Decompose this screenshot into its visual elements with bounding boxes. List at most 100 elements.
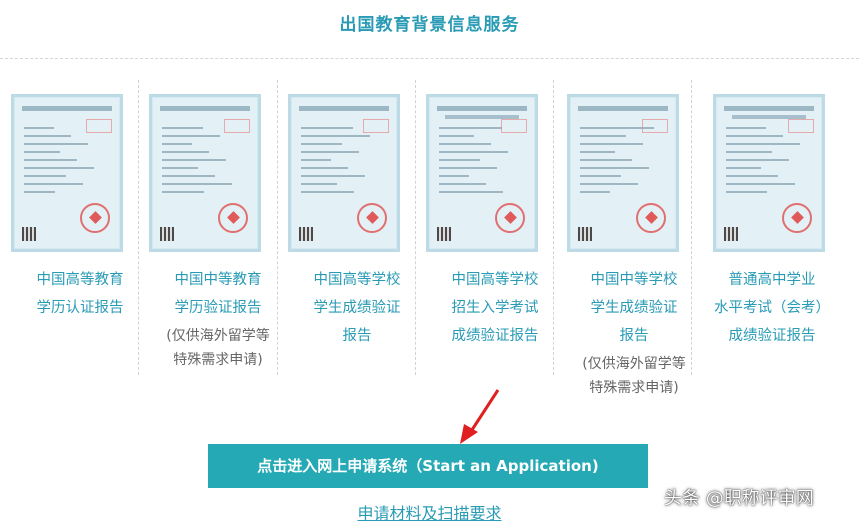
thumbnail-text-line	[726, 159, 789, 161]
thumbnail-text-line	[301, 191, 354, 193]
seal-icon	[782, 203, 812, 233]
report-card-label[interactable]: 中国高等学校 学生成绩验证 报告	[288, 266, 426, 350]
report-card-label-line: 学生成绩验证	[590, 300, 678, 316]
report-card[interactable]: 中国中等教育 学历验证报告 (仅供海外留学等 特殊需求申请)	[149, 80, 287, 400]
report-card-label-line: 成绩验证报告	[728, 328, 816, 344]
thumbnail-text-line	[439, 167, 497, 169]
report-card-label-line: 报告	[342, 328, 372, 344]
thumbnail-text-line	[301, 167, 348, 169]
thumbnail-text-line	[24, 183, 83, 185]
report-card-label-line: 报告	[619, 328, 649, 344]
certificate-thumbnail[interactable]	[426, 94, 538, 252]
thumbnail-text-line	[580, 151, 615, 153]
thumbnail-text-line	[439, 143, 491, 145]
thumbnail-text-line	[439, 159, 480, 161]
thumbnail-text-line	[726, 127, 766, 129]
stamp-icon	[788, 119, 814, 133]
thumbnail-text-line	[726, 151, 772, 153]
thumbnail-text-line	[726, 191, 767, 193]
thumbnail-text-line	[301, 127, 353, 129]
thumbnail-text-line	[24, 135, 71, 137]
report-card-note: (仅供海外留学等 特殊需求申请)	[565, 352, 703, 400]
seal-icon	[636, 203, 666, 233]
red-arrow-icon	[460, 389, 500, 444]
report-card-note-line: (仅供海外留学等	[582, 356, 686, 372]
thumbnail-text-line	[439, 183, 486, 185]
stamp-icon	[224, 119, 250, 133]
certificate-thumbnail[interactable]	[288, 94, 400, 252]
thumbnail-text-line	[439, 151, 508, 153]
report-card[interactable]: 中国高等学校 招生入学考试 成绩验证报告	[426, 80, 564, 400]
report-card-label-line: 中国高等学校	[451, 272, 539, 288]
thumbnail-title-bar	[578, 106, 668, 111]
qr-code-icon	[724, 227, 738, 241]
certificate-thumbnail[interactable]	[713, 94, 825, 252]
thumbnail-text-line	[580, 143, 643, 145]
report-card-label-line: 招生入学考试	[451, 300, 539, 316]
report-card-note-line: 特殊需求申请)	[589, 380, 679, 396]
thumbnail-text-line	[580, 167, 649, 169]
thumbnail-text-line	[439, 127, 502, 129]
thumbnail-text-line	[162, 135, 220, 137]
thumbnail-text-line	[24, 127, 54, 129]
report-card-label[interactable]: 普通高中学业 水平考试（会考） 成绩验证报告	[703, 266, 841, 350]
thumbnail-text-line	[439, 191, 503, 193]
certificate-thumbnail[interactable]	[567, 94, 679, 252]
thumbnail-text-line	[24, 167, 94, 169]
thumbnail-text-line	[162, 127, 203, 129]
certificate-thumbnail[interactable]	[149, 94, 261, 252]
thumbnail-text-line	[162, 159, 226, 161]
report-card-label-line: 中国中等学校	[590, 272, 678, 288]
top-divider	[0, 58, 859, 59]
report-card-label-line: 中国中等教育	[174, 272, 262, 288]
thumbnail-text-line	[162, 191, 204, 193]
thumbnail-text-line	[24, 191, 55, 193]
report-card-label-line: 中国高等学校	[313, 272, 401, 288]
thumbnail-title-bar	[299, 106, 389, 111]
thumbnail-title-bar	[22, 106, 112, 111]
thumbnail-text-line	[162, 183, 232, 185]
thumbnail-text-line	[726, 175, 778, 177]
report-card-note-line: (仅供海外留学等	[166, 328, 270, 344]
thumbnail-text-line	[301, 143, 342, 145]
thumbnail-text-line	[726, 183, 795, 185]
qr-code-icon	[299, 227, 313, 241]
thumbnail-text-line	[580, 191, 610, 193]
report-card-label[interactable]: 中国高等教育 学历认证报告	[11, 266, 149, 322]
report-card-label-line: 学历认证报告	[36, 300, 124, 316]
report-card[interactable]: 中国中等学校 学生成绩验证 报告 (仅供海外留学等 特殊需求申请)	[565, 80, 703, 400]
thumbnail-text-line	[301, 135, 370, 137]
thumbnail-text-line	[439, 135, 474, 137]
watermark: 头条 @职称评审网	[664, 488, 814, 509]
report-card[interactable]: 普通高中学业 水平考试（会考） 成绩验证报告	[703, 80, 841, 400]
thumbnail-text-line	[301, 151, 359, 153]
report-card-label[interactable]: 中国高等学校 招生入学考试 成绩验证报告	[426, 266, 564, 350]
report-card[interactable]: 中国高等教育 学历认证报告	[11, 80, 149, 400]
seal-icon	[495, 203, 525, 233]
report-card-label-line: 水平考试（会考）	[714, 300, 830, 316]
thumbnail-text-line	[301, 183, 337, 185]
report-card-label[interactable]: 中国中等学校 学生成绩验证 报告	[565, 266, 703, 350]
report-card-label-line: 中国高等教育	[36, 272, 124, 288]
thumbnail-text-line	[580, 175, 621, 177]
thumbnail-text-line	[726, 167, 761, 169]
thumbnail-text-line	[162, 151, 209, 153]
stamp-icon	[363, 119, 389, 133]
thumbnail-text-line	[580, 183, 638, 185]
report-card[interactable]: 中国高等学校 学生成绩验证 报告	[288, 80, 426, 400]
seal-icon	[357, 203, 387, 233]
start-application-button[interactable]: 点击进入网上申请系统（Start an Application)	[208, 444, 648, 488]
qr-code-icon	[578, 227, 592, 241]
thumbnail-title-bar	[724, 106, 814, 111]
thumbnail-text-line	[162, 143, 192, 145]
seal-icon	[80, 203, 110, 233]
certificate-thumbnail[interactable]	[11, 94, 123, 252]
stamp-icon	[642, 119, 668, 133]
report-card-label-line: 学历验证报告	[174, 300, 262, 316]
thumbnail-text-line	[24, 175, 66, 177]
thumbnail-text-line	[24, 159, 77, 161]
report-card-label[interactable]: 中国中等教育 学历验证报告	[149, 266, 287, 322]
report-card-note-line: 特殊需求申请)	[173, 352, 263, 368]
thumbnail-text-line	[580, 135, 626, 137]
thumbnail-text-line	[726, 143, 800, 145]
